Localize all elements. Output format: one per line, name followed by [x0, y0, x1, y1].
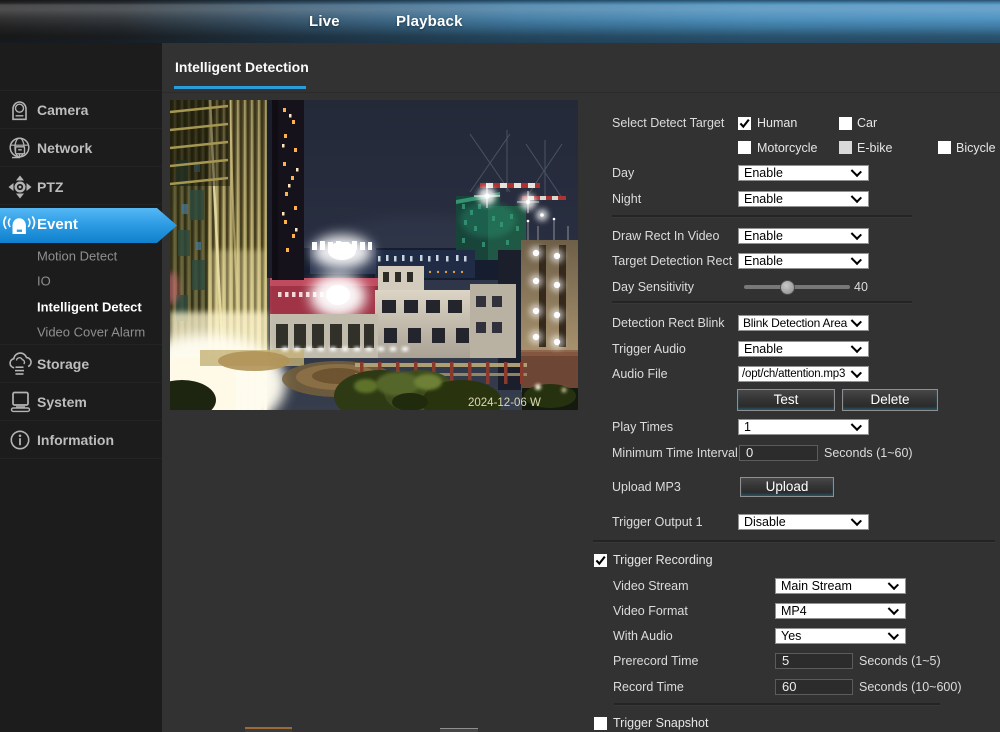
svg-text:2024-12-06 W: 2024-12-06 W: [468, 397, 541, 409]
